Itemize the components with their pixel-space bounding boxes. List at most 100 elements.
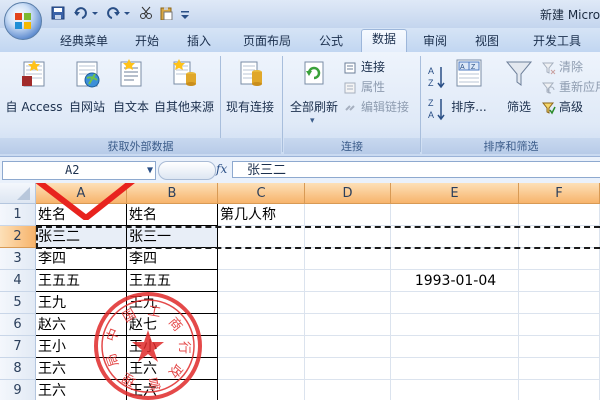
cell-c6[interactable]	[218, 314, 305, 336]
from-web-button[interactable]: 自网站	[66, 56, 108, 116]
cell-a2[interactable]: 张三二	[36, 226, 127, 248]
column-header-c[interactable]: C	[218, 183, 305, 204]
cell-b3[interactable]: 李四	[127, 248, 218, 270]
cell-e3[interactable]	[391, 248, 519, 270]
tab-formulas[interactable]: 公式	[310, 32, 352, 50]
cell-e1[interactable]	[391, 204, 519, 226]
clear-filter-button[interactable]: 清除	[542, 58, 583, 76]
column-header-a[interactable]: A	[36, 183, 127, 204]
cell-f1[interactable]	[519, 204, 600, 226]
cell-a7[interactable]: 王小	[36, 336, 127, 358]
advanced-filter-button[interactable]: 高级	[542, 98, 583, 116]
cell-c7[interactable]	[218, 336, 305, 358]
cell-d3[interactable]	[305, 248, 391, 270]
properties-button[interactable]: 属性	[344, 78, 385, 96]
cell-c2[interactable]	[218, 226, 305, 248]
tab-review[interactable]: 审阅	[414, 32, 456, 50]
row-header-8[interactable]: 8	[0, 358, 36, 380]
name-box-dropdown-icon[interactable]: ▼	[147, 162, 153, 179]
cell-a4[interactable]: 王五五	[36, 270, 127, 292]
select-all-corner[interactable]	[0, 183, 36, 204]
cell-b7[interactable]: 王小	[127, 336, 218, 358]
cell-c4[interactable]	[218, 270, 305, 292]
office-button[interactable]	[4, 2, 42, 40]
tab-home[interactable]: 开始	[126, 32, 168, 50]
sort-descending-button[interactable]: ZA	[426, 96, 448, 122]
cell-d6[interactable]	[305, 314, 391, 336]
cell-c8[interactable]	[218, 358, 305, 380]
cell-b1[interactable]: 姓名	[127, 204, 218, 226]
cell-c9[interactable]	[218, 380, 305, 400]
cell-e6[interactable]	[391, 314, 519, 336]
column-header-d[interactable]: D	[305, 183, 391, 204]
insert-function-icon[interactable]: fx	[216, 161, 230, 178]
cell-f9[interactable]	[519, 380, 600, 400]
cell-f4[interactable]	[519, 270, 600, 292]
cell-d8[interactable]	[305, 358, 391, 380]
edit-links-button[interactable]: 编辑链接	[344, 98, 409, 116]
from-text-button[interactable]: 自文本	[110, 56, 152, 116]
cell-c5[interactable]	[218, 292, 305, 314]
refresh-all-button[interactable]: 全部刷新 ▾	[286, 56, 342, 126]
reapply-button[interactable]: 重新应用	[542, 78, 600, 96]
row-header-6[interactable]: 6	[0, 314, 36, 336]
tab-classic-menu[interactable]: 经典菜单	[52, 32, 116, 50]
cell-b6[interactable]: 赵七	[127, 314, 218, 336]
cell-f3[interactable]	[519, 248, 600, 270]
from-other-sources-button[interactable]: 自其他来源	[152, 56, 216, 116]
cell-e4[interactable]: 1993-01-04	[391, 270, 519, 292]
cell-a3[interactable]: 李四	[36, 248, 127, 270]
row-header-1[interactable]: 1	[0, 204, 36, 226]
cell-a9[interactable]: 王六	[36, 380, 127, 400]
column-header-e[interactable]: E	[391, 183, 519, 204]
tab-data[interactable]: 数据	[361, 29, 407, 53]
cell-e8[interactable]	[391, 358, 519, 380]
name-box[interactable]: A2 ▼	[2, 161, 156, 180]
connections-button[interactable]: 连接	[344, 58, 385, 76]
row-header-2[interactable]: 2	[0, 226, 36, 248]
cell-e9[interactable]	[391, 380, 519, 400]
tab-insert[interactable]: 插入	[178, 32, 220, 50]
cell-e7[interactable]	[391, 336, 519, 358]
cell-f2[interactable]	[519, 226, 600, 248]
cell-f6[interactable]	[519, 314, 600, 336]
formula-bar-splitter[interactable]	[158, 161, 216, 180]
cell-c3[interactable]	[218, 248, 305, 270]
qat-customize-icon[interactable]	[178, 5, 192, 21]
cut-icon[interactable]	[138, 5, 154, 21]
cell-a1[interactable]: 姓名	[36, 204, 127, 226]
cell-e5[interactable]	[391, 292, 519, 314]
cell-b4[interactable]: 王五五	[127, 270, 218, 292]
cell-d1[interactable]	[305, 204, 391, 226]
cell-d2[interactable]	[305, 226, 391, 248]
from-access-button[interactable]: 自 Access	[4, 56, 64, 116]
column-header-f[interactable]: F	[519, 183, 600, 204]
cell-e2[interactable]	[391, 226, 519, 248]
row-header-4[interactable]: 4	[0, 270, 36, 292]
sort-ascending-button[interactable]: AZ	[426, 64, 448, 90]
cell-f7[interactable]	[519, 336, 600, 358]
cell-d4[interactable]	[305, 270, 391, 292]
tab-view[interactable]: 视图	[466, 32, 508, 50]
row-header-7[interactable]: 7	[0, 336, 36, 358]
refresh-dropdown-icon[interactable]: ▾	[310, 116, 315, 126]
formula-input[interactable]: 张三二	[232, 161, 600, 178]
paste-icon[interactable]	[158, 5, 174, 21]
cell-d9[interactable]	[305, 380, 391, 400]
column-header-b[interactable]: B	[127, 183, 218, 204]
cell-b2[interactable]: 张三一	[127, 226, 218, 248]
cell-a8[interactable]: 王六	[36, 358, 127, 380]
tab-developer[interactable]: 开发工具	[524, 32, 590, 50]
existing-connections-button[interactable]: 现有连接	[222, 56, 278, 116]
cell-c1[interactable]: 第几人称	[218, 204, 305, 226]
cell-a5[interactable]: 王九	[36, 292, 127, 314]
cell-b5[interactable]: 王九	[127, 292, 218, 314]
save-icon[interactable]	[50, 5, 66, 21]
tab-page-layout[interactable]: 页面布局	[234, 32, 300, 50]
cell-b9[interactable]: 王六	[127, 380, 218, 400]
cell-f5[interactable]	[519, 292, 600, 314]
cell-d7[interactable]	[305, 336, 391, 358]
filter-button[interactable]: 筛选	[498, 56, 540, 116]
row-header-9[interactable]: 9	[0, 380, 36, 400]
row-header-3[interactable]: 3	[0, 248, 36, 270]
